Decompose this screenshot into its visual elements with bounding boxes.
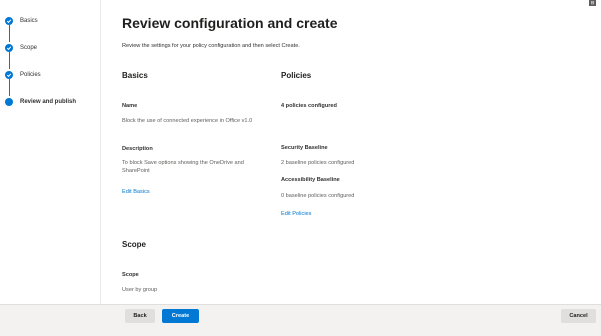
description-label: Description (122, 146, 153, 152)
panel-toggle-icon[interactable]: ⊟ (589, 0, 596, 6)
security-baseline-value: 2 baseline policies configured (281, 160, 355, 166)
step-policies[interactable]: Policies (5, 69, 41, 81)
name-value: Block the use of connected experience in… (122, 118, 253, 124)
description-value: To block Save options showing the OneDri… (122, 160, 244, 174)
review-panel: Review configuration and create Review t… (101, 0, 601, 304)
step-basics[interactable]: Basics (5, 15, 38, 27)
step-connector (8, 79, 10, 96)
scope-value: User by group (122, 287, 158, 293)
edit-policies-link[interactable]: Edit Policies (281, 211, 311, 217)
step-connector (8, 52, 10, 69)
step-review-and-publish[interactable]: Review and publish (5, 96, 76, 108)
scope-heading: Scope (122, 240, 147, 249)
accessibility-baseline-label: Accessibility Baseline (281, 177, 340, 183)
create-button[interactable]: Create (162, 309, 199, 323)
step-label: Scope (20, 45, 38, 51)
step-label: Policies (20, 72, 41, 78)
check-icon (5, 71, 13, 79)
cancel-button[interactable]: Cancel (561, 309, 596, 323)
security-baseline-label: Security Baseline (281, 145, 328, 151)
wizard-sidebar: Basics Scope Policies Review and publish (0, 0, 101, 304)
page-intro: Review the settings for your policy conf… (122, 43, 300, 49)
check-icon (5, 44, 13, 52)
wizard-footer: Back Create Cancel (0, 304, 601, 336)
policies-heading: Policies (281, 71, 312, 80)
step-label: Review and publish (20, 99, 77, 105)
page-title: Review configuration and create (122, 15, 338, 31)
policies-summary: 4 policies configured (281, 103, 337, 109)
basics-heading: Basics (122, 71, 148, 80)
step-label: Basics (20, 18, 38, 24)
edit-basics-link[interactable]: Edit Basics (122, 189, 150, 195)
step-connector (8, 25, 10, 42)
accessibility-baseline-value: 0 baseline policies configured (281, 193, 355, 199)
step-scope[interactable]: Scope (5, 42, 37, 54)
current-step-icon (5, 98, 13, 106)
check-icon (5, 17, 13, 25)
scope-label: Scope (122, 272, 139, 278)
back-button[interactable]: Back (125, 309, 155, 323)
name-label: Name (122, 103, 138, 109)
